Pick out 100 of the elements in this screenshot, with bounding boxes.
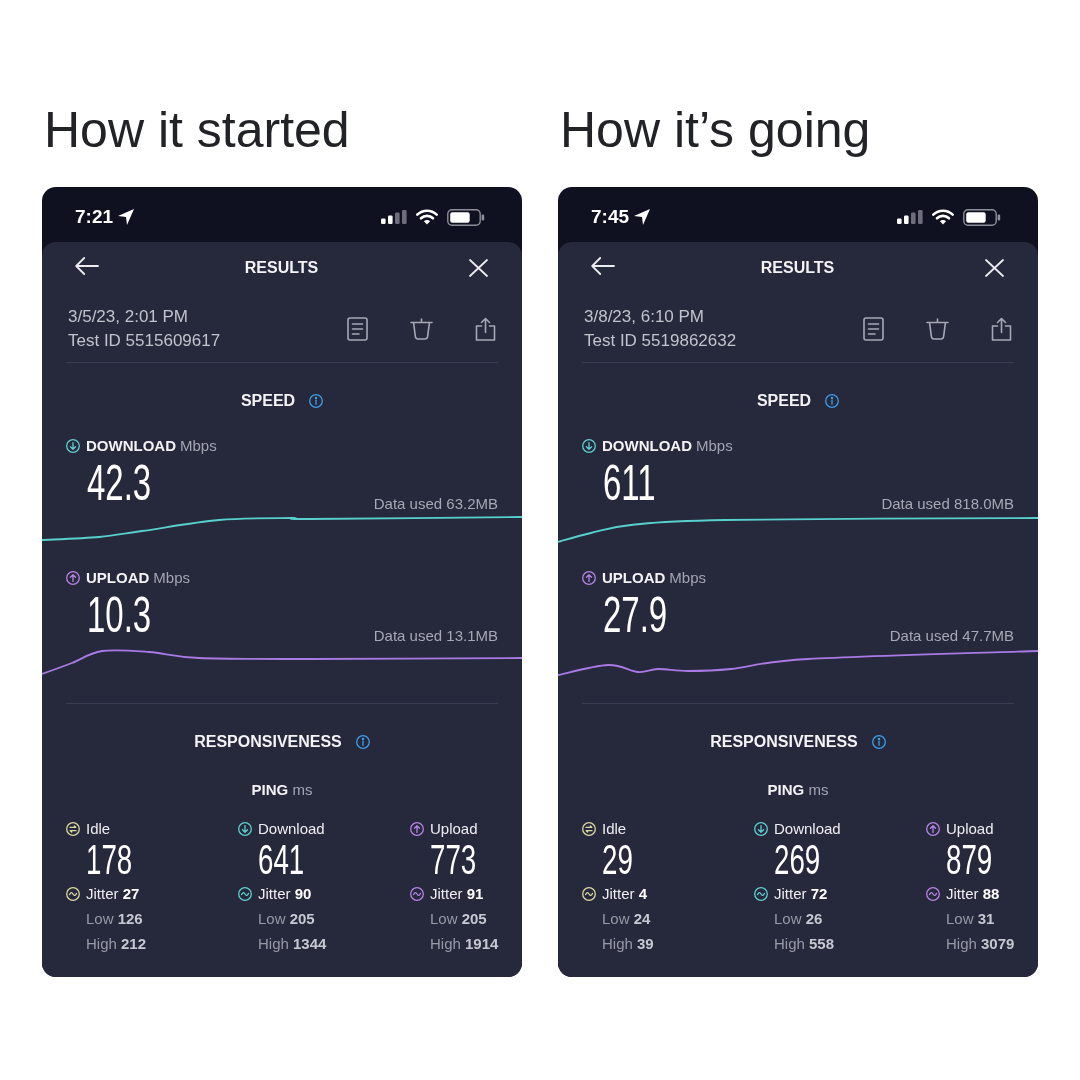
speed-metric-label: DOWNLOAD	[86, 436, 176, 456]
arrow-down-circle-icon	[66, 439, 80, 453]
info-icon[interactable]	[355, 735, 370, 749]
unit-label: Mbps	[696, 436, 733, 456]
high-reading: High 3079	[945, 934, 1015, 954]
arrow-up-circle-icon	[582, 571, 596, 585]
ping-value: 641	[258, 839, 305, 881]
battery-icon	[963, 208, 1001, 226]
wave-circle-icon	[754, 886, 768, 901]
location-arrow-icon	[634, 209, 651, 225]
unit-label: Mbps	[180, 436, 217, 456]
arrows-circle-icon	[582, 822, 596, 836]
wave-circle-icon	[410, 886, 424, 901]
location-arrow-icon	[118, 209, 135, 225]
ping-heading: PING ms	[767, 780, 829, 800]
test-date: 3/8/23, 6:10 PM	[584, 306, 706, 328]
arrow-down-circle-icon	[238, 822, 252, 836]
unit-label: Mbps	[669, 568, 707, 588]
speed-value: 10.3	[87, 590, 152, 640]
ping-type-label: Idle	[86, 819, 111, 839]
test-id: Test ID 5515609617	[68, 330, 221, 352]
jitter-reading: Jitter 91	[430, 884, 484, 904]
wifi-icon	[416, 209, 438, 225]
speed-metric-label: UPLOAD	[602, 568, 666, 588]
section-title: RESPONSIVENESS	[710, 732, 858, 752]
battery-icon	[447, 208, 485, 226]
arrows-circle-icon	[66, 822, 80, 836]
speed-metric-label: UPLOAD	[86, 568, 150, 588]
wifi-icon	[932, 209, 954, 225]
section-title: SPEED	[240, 391, 296, 411]
speed-value: 27.9	[603, 590, 668, 640]
ping-type-label: Download	[774, 819, 841, 839]
test-id: Test ID 5519862632	[584, 330, 737, 352]
unit-label: Mbps	[153, 568, 191, 588]
speed-value: 611	[603, 458, 656, 508]
document-icon[interactable]	[347, 317, 368, 341]
ping-value: 29	[602, 839, 633, 881]
arrow-up-circle-icon	[410, 822, 424, 836]
status-time: 7:21	[75, 206, 114, 228]
test-date: 3/5/23, 2:01 PM	[68, 306, 190, 328]
ping-value: 773	[430, 839, 477, 881]
low-reading: Low 24	[601, 909, 651, 929]
ping-type-label: Idle	[602, 819, 627, 839]
low-reading: Low 205	[429, 909, 487, 929]
share-icon[interactable]	[991, 317, 1012, 341]
high-reading: High 1914	[429, 934, 499, 954]
jitter-reading: Jitter 88	[946, 884, 1000, 904]
document-icon[interactable]	[863, 317, 884, 341]
jitter-reading: Jitter 4	[602, 884, 648, 904]
status-time: 7:45	[591, 206, 630, 228]
data-used-text: Data used 63.2MB	[373, 495, 498, 513]
wave-circle-icon	[66, 886, 80, 901]
high-reading: High 1344	[257, 934, 327, 954]
wave-circle-icon	[238, 886, 252, 901]
ping-value: 178	[86, 839, 133, 881]
results-title: RESULTS	[760, 258, 835, 278]
trash-icon[interactable]	[926, 318, 949, 340]
ping-value: 879	[946, 839, 993, 881]
low-reading: Low 31	[945, 909, 995, 929]
info-icon[interactable]	[871, 735, 886, 749]
back-arrow-icon[interactable]	[75, 257, 99, 275]
low-reading: Low 205	[257, 909, 315, 929]
ping-heading: PING ms	[251, 780, 313, 800]
wave-circle-icon	[582, 886, 596, 901]
arrow-down-circle-icon	[582, 439, 596, 453]
signal-bars-icon	[897, 210, 923, 224]
speed-value: 42.3	[87, 458, 152, 508]
low-reading: Low 126	[85, 909, 143, 929]
high-reading: High 39	[601, 934, 654, 954]
ping-type-label: Upload	[946, 819, 994, 839]
jitter-reading: Jitter 90	[258, 884, 312, 904]
ping-type-label: Download	[258, 819, 325, 839]
share-icon[interactable]	[475, 317, 496, 341]
data-used-text: Data used 13.1MB	[373, 627, 498, 645]
data-used-text: Data used 47.7MB	[889, 627, 1014, 645]
caption-heading: How it’s going	[560, 101, 872, 160]
arrow-down-circle-icon	[754, 822, 768, 836]
jitter-reading: Jitter 72	[774, 884, 828, 904]
trash-icon[interactable]	[410, 318, 433, 340]
high-reading: High 212	[85, 934, 147, 954]
data-used-text: Data used 818.0MB	[881, 495, 1014, 513]
caption-heading: How it started	[44, 101, 351, 160]
ping-value: 269	[774, 839, 821, 881]
back-arrow-icon[interactable]	[591, 257, 615, 275]
speed-metric-label: DOWNLOAD	[602, 436, 692, 456]
info-icon[interactable]	[309, 394, 324, 408]
low-reading: Low 26	[773, 909, 823, 929]
section-title: SPEED	[756, 391, 812, 411]
ping-type-label: Upload	[430, 819, 478, 839]
close-icon[interactable]	[985, 259, 1004, 277]
wave-circle-icon	[926, 886, 940, 901]
info-icon[interactable]	[825, 394, 840, 408]
close-icon[interactable]	[469, 259, 488, 277]
high-reading: High 558	[773, 934, 835, 954]
arrow-up-circle-icon	[926, 822, 940, 836]
section-title: RESPONSIVENESS	[194, 732, 342, 752]
signal-bars-icon	[381, 210, 407, 224]
arrow-up-circle-icon	[66, 571, 80, 585]
results-title: RESULTS	[244, 258, 319, 278]
jitter-reading: Jitter 27	[86, 884, 140, 904]
